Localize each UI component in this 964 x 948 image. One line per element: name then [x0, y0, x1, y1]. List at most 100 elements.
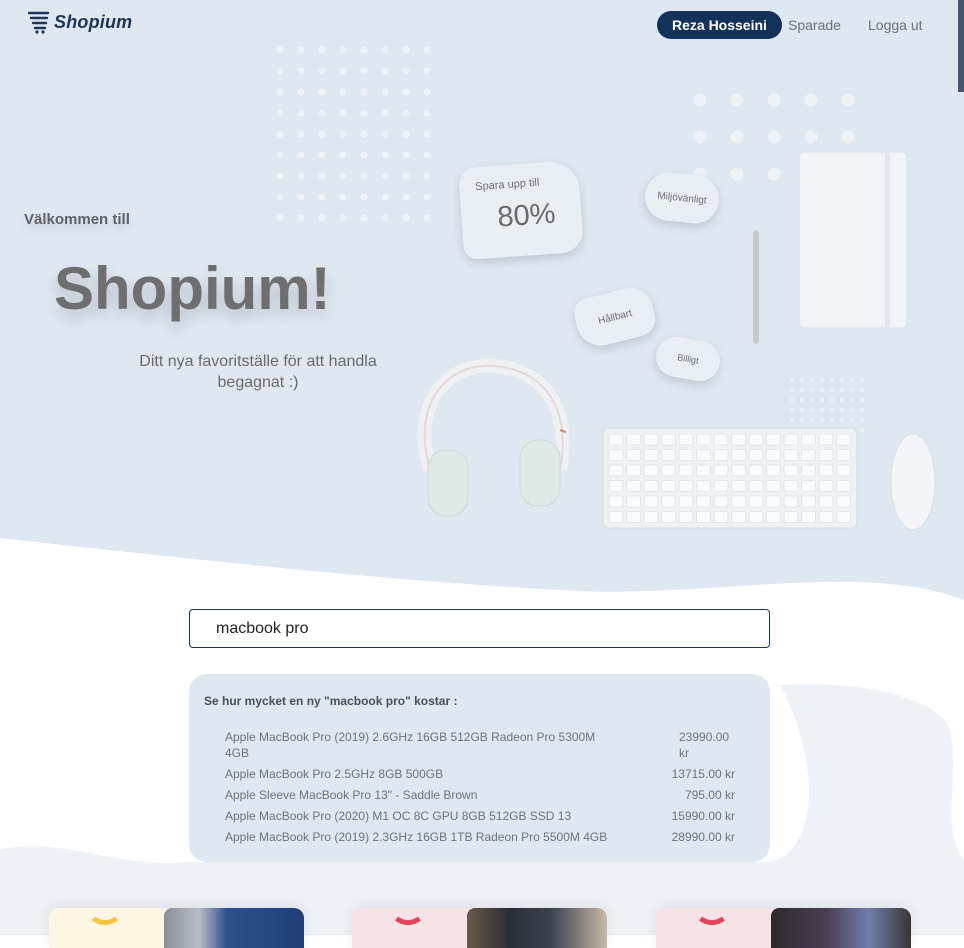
decor-dot	[381, 109, 389, 117]
decor-dot	[402, 193, 410, 201]
product-card[interactable]	[656, 908, 911, 948]
decor-dot	[297, 109, 305, 117]
decor-dot	[850, 398, 854, 402]
keyboard-key	[748, 480, 764, 492]
keyboard-key	[766, 464, 781, 477]
decor-dot	[860, 428, 864, 432]
save-badge: Spara upp till 80%	[457, 159, 585, 261]
decor-dot	[810, 378, 814, 382]
keyboard-key	[678, 495, 694, 508]
decor-dot	[767, 130, 781, 144]
decor-dot	[318, 193, 326, 201]
logo[interactable]: Shopium	[28, 10, 132, 34]
cart-icon	[28, 11, 50, 34]
keyboard-key	[731, 449, 746, 461]
keyboard-key	[766, 449, 781, 461]
decor-dot	[860, 388, 864, 392]
decor-dot	[800, 398, 804, 402]
decor-dot	[297, 172, 305, 180]
decor-dot	[423, 151, 431, 159]
keyboard-key	[608, 449, 624, 461]
decor-dot	[860, 418, 864, 422]
keyboard-key	[818, 449, 834, 461]
decor-dot	[297, 67, 305, 75]
decor-dot	[423, 214, 431, 222]
keyboard-key	[801, 464, 816, 477]
decor-dot	[381, 67, 389, 75]
decor-dot	[804, 130, 818, 144]
keyboard-key	[608, 495, 624, 508]
product-card[interactable]	[49, 908, 304, 948]
decor-dot	[318, 172, 326, 180]
decor-dot	[276, 130, 284, 138]
keyboard-key	[626, 464, 641, 477]
product-name: Apple MacBook Pro (2019) 2.6GHz 16GB 512…	[225, 730, 596, 760]
decor-dot	[339, 172, 347, 180]
decor-dot	[339, 214, 347, 222]
keyboard-key	[748, 449, 764, 461]
keyboard-key	[783, 480, 799, 492]
decor-dot	[318, 46, 326, 54]
keyboard-key	[696, 480, 711, 492]
decor-arc	[87, 908, 123, 925]
decor-dot	[381, 88, 389, 96]
decor-dot	[318, 67, 326, 75]
decor-dot	[297, 130, 305, 138]
decor-dot	[693, 130, 707, 144]
keyboard-key	[731, 511, 746, 523]
decor-dot	[790, 408, 794, 412]
list-item: Apple MacBook Pro (2019) 2.3GHz 16GB 1TB…	[225, 829, 735, 845]
decor-arc	[694, 908, 730, 925]
product-image	[164, 908, 304, 948]
keyboard-key	[626, 449, 641, 461]
keyboard-key	[766, 480, 781, 492]
decor-dot	[730, 130, 744, 144]
decor-dot	[297, 88, 305, 96]
keyboard-key	[748, 433, 764, 446]
decor-dot	[381, 214, 389, 222]
decor-dot	[790, 388, 794, 392]
decor-dot	[767, 93, 781, 107]
keyboard-key	[836, 433, 851, 446]
keyboard-key	[766, 511, 781, 523]
decor-dot	[730, 167, 744, 181]
decor-dot	[830, 388, 834, 392]
keyboard-key	[678, 449, 694, 461]
keyboard-key	[661, 495, 676, 508]
decor-dot	[402, 67, 410, 75]
decor-dot	[820, 408, 824, 412]
decor-dot	[360, 67, 368, 75]
product-card[interactable]	[352, 908, 607, 948]
decor-dot	[830, 378, 834, 382]
decor-dot	[767, 167, 781, 181]
decor-arc	[390, 908, 426, 925]
keyboard-key	[626, 480, 641, 492]
keyboard-key	[626, 495, 641, 508]
decor-dot	[276, 193, 284, 201]
keyboard-key	[713, 464, 729, 477]
decor-dot	[800, 408, 804, 412]
keyboard-key	[801, 433, 816, 446]
keyboard-key	[678, 433, 694, 446]
decor-dot	[423, 67, 431, 75]
product-image	[771, 908, 911, 948]
keyboard-key	[783, 433, 799, 446]
decor-dot	[402, 46, 410, 54]
decor-dot	[339, 67, 347, 75]
decor-dot	[381, 130, 389, 138]
product-price: 795.00 kr	[684, 788, 735, 802]
keyboard-key	[836, 511, 851, 523]
decor-dot	[800, 418, 804, 422]
decor-dot	[381, 151, 389, 159]
search-input[interactable]	[189, 609, 770, 648]
keyboard-key	[836, 480, 851, 492]
keyboard-key	[678, 511, 694, 523]
decor-dot	[820, 378, 824, 382]
decor-dot	[800, 378, 804, 382]
decor-dot	[790, 418, 794, 422]
decor-dot	[810, 398, 814, 402]
keyboard-key	[731, 495, 746, 508]
keyboard-key	[696, 495, 711, 508]
keyboard-key	[643, 480, 659, 492]
decor-dot	[402, 88, 410, 96]
